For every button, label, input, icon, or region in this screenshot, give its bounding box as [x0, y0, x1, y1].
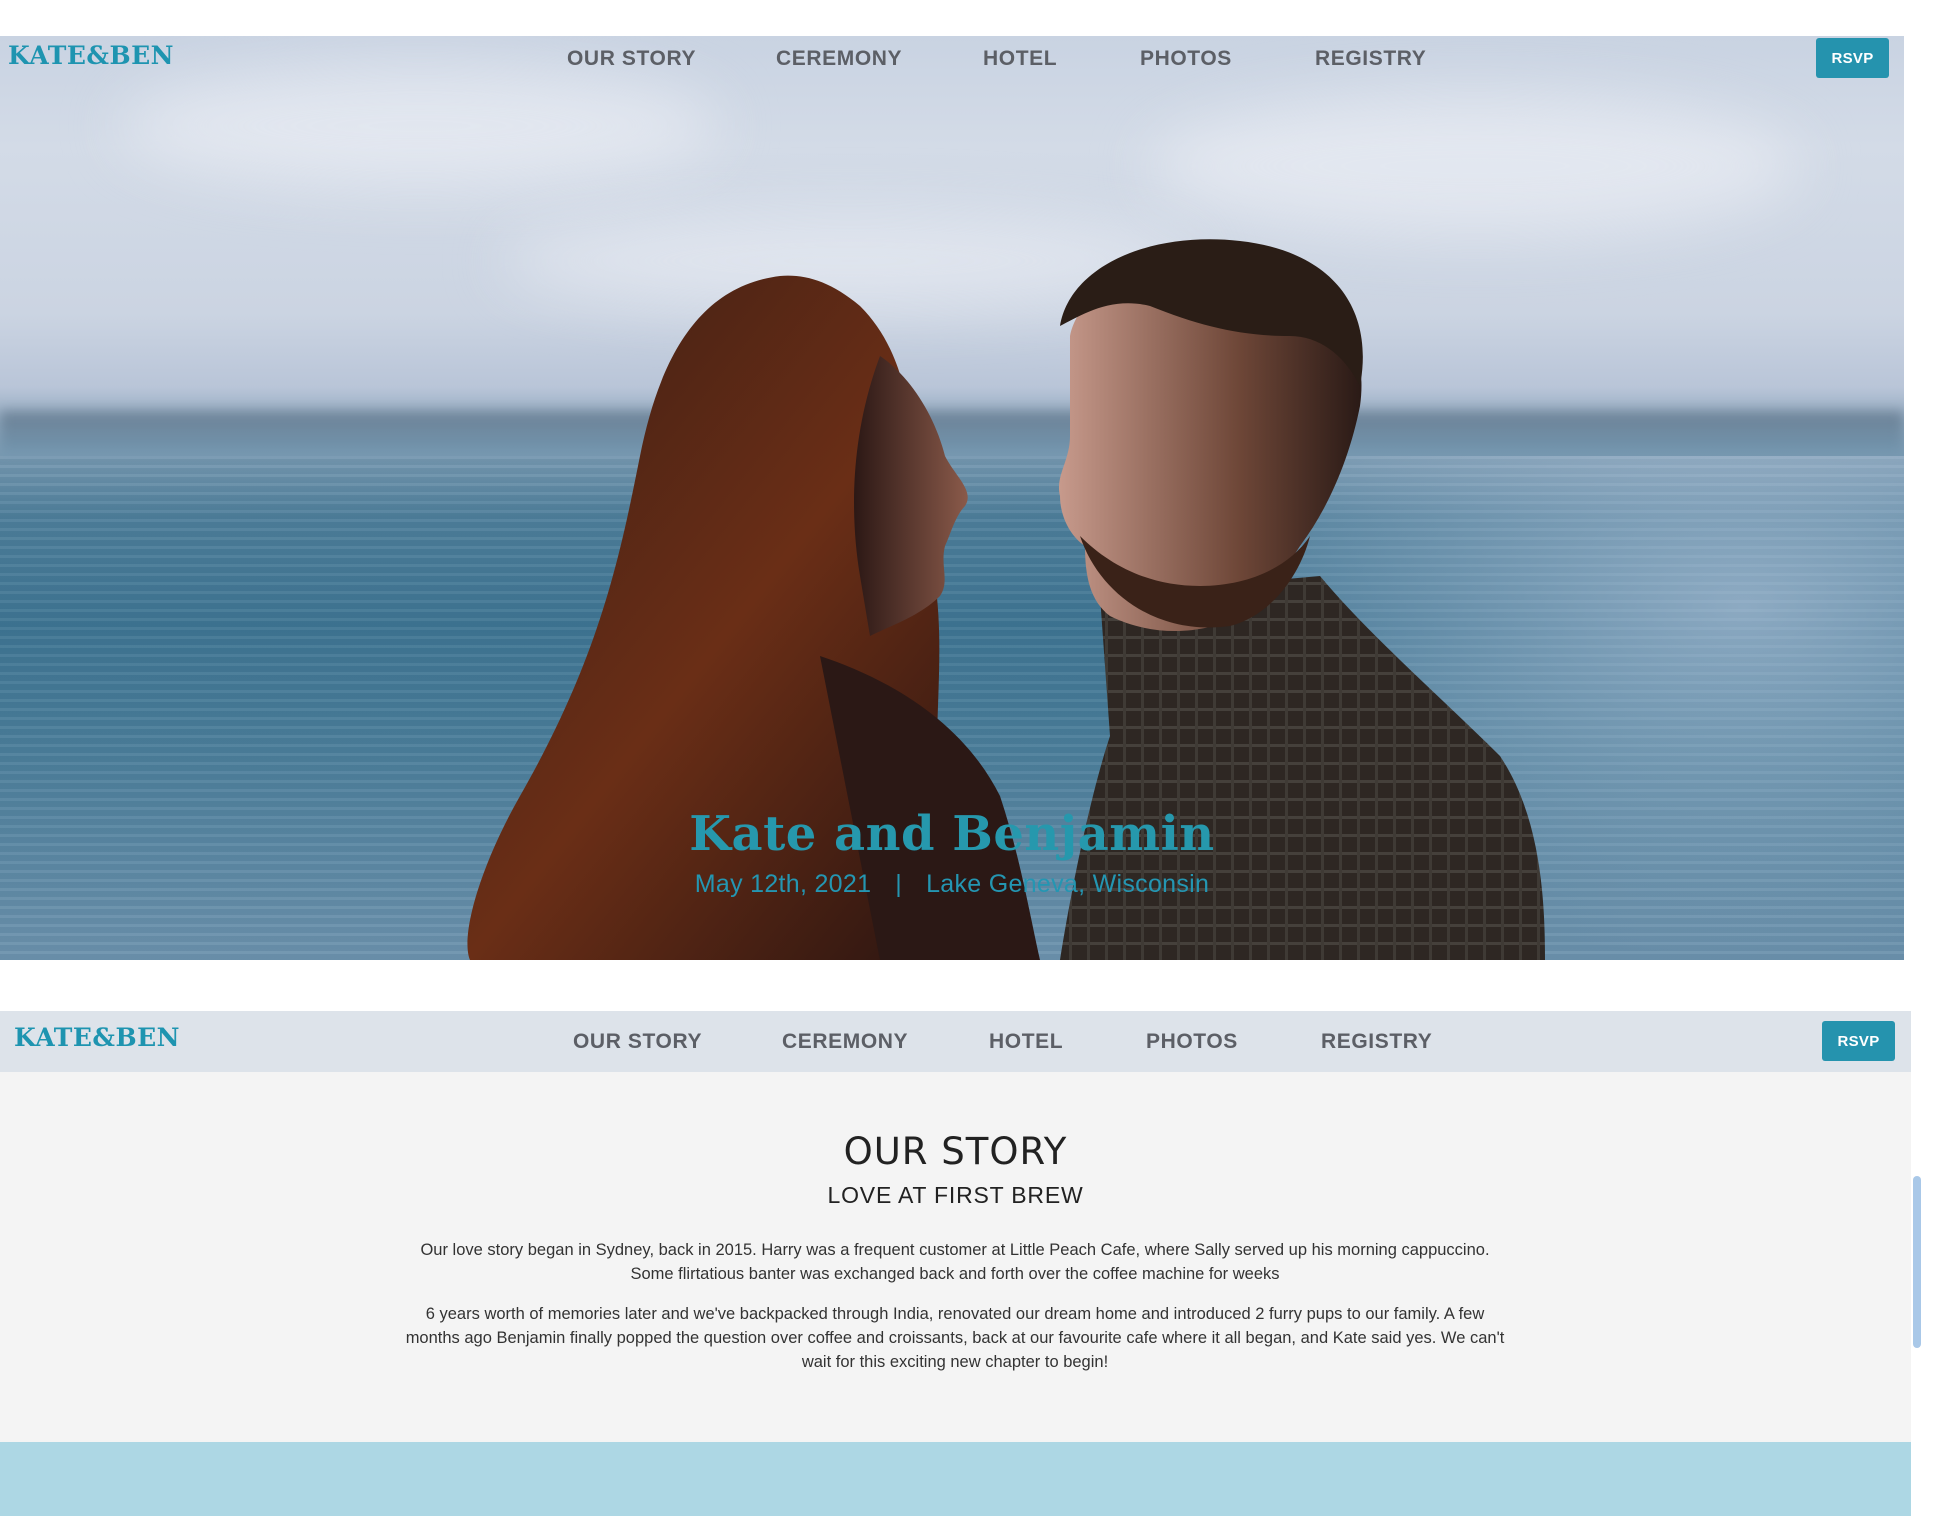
sticky-nav-bar: KATE&BEN OUR STORY CEREMONY HOTEL PHOTOS… — [0, 1011, 1911, 1072]
section-subheading: LOVE AT FIRST BREW — [827, 1182, 1084, 1208]
section-heading: OUR STORY — [843, 1130, 1068, 1173]
nav-photos[interactable]: PHOTOS — [1146, 1030, 1238, 1054]
hero-subtitle: May 12th, 2021 | Lake Geneva, Wisconsin — [0, 870, 1904, 899]
nav-ceremony[interactable]: CEREMONY — [782, 1030, 908, 1054]
nav-photos[interactable]: PHOTOS — [1140, 47, 1232, 71]
wedding-date: May 12th, 2021 — [694, 870, 872, 898]
nav-our-story[interactable]: OUR STORY — [573, 1030, 702, 1054]
brand-logo[interactable]: KATE&BEN — [14, 1023, 180, 1052]
nav-registry[interactable]: REGISTRY — [1321, 1030, 1432, 1054]
our-story-section: OUR STORY LOVE AT FIRST BREW Our love st… — [0, 1072, 1911, 1442]
separator: | — [895, 870, 903, 898]
brand-logo[interactable]: KATE&BEN — [8, 41, 174, 70]
next-section-band — [0, 1442, 1911, 1516]
hero-title: Kate and Benjamin — [689, 806, 1215, 862]
story-paragraph: 6 years worth of memories later and we'v… — [405, 1305, 1505, 1371]
scrollbar-thumb[interactable] — [1913, 1176, 1921, 1348]
nav-ceremony[interactable]: CEREMONY — [776, 47, 902, 71]
rsvp-button[interactable]: RSVP — [1822, 1021, 1895, 1061]
rsvp-button[interactable]: RSVP — [1816, 38, 1889, 78]
nav-hotel[interactable]: HOTEL — [989, 1030, 1063, 1054]
hero-section: KATE&BEN OUR STORY CEREMONY HOTEL PHOTOS… — [0, 36, 1904, 960]
wedding-location: Lake Geneva, Wisconsin — [926, 870, 1210, 898]
nav-hotel[interactable]: HOTEL — [983, 47, 1057, 71]
nav-our-story[interactable]: OUR STORY — [567, 47, 696, 71]
nav-registry[interactable]: REGISTRY — [1315, 47, 1426, 71]
story-paragraph: Our love story began in Sydney, back in … — [420, 1241, 1490, 1283]
